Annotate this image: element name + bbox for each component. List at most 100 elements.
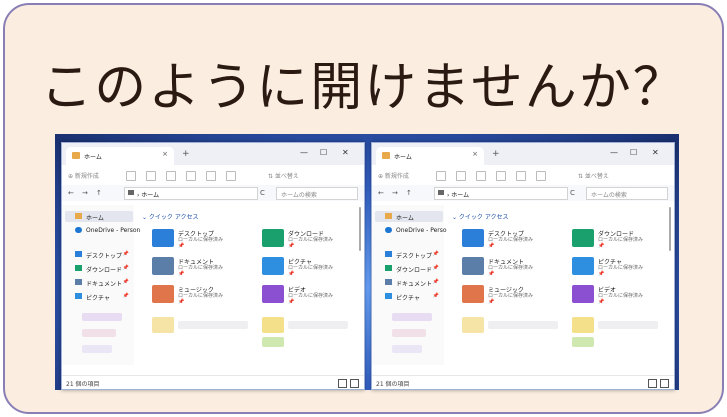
documents-icon (75, 279, 82, 285)
address-bar[interactable]: › ホーム (434, 187, 568, 200)
quick-item-pictures[interactable]: ピクチャ ローカルに保存済み 📌 (572, 255, 672, 281)
paste-icon[interactable] (166, 171, 176, 181)
sidebar-item-label: ホーム (396, 215, 414, 222)
scrollbar[interactable] (359, 207, 361, 251)
sidebar-item-pictures[interactable]: ピクチャ 📌 (65, 291, 133, 302)
rename-icon[interactable] (186, 171, 196, 181)
quick-access-header[interactable]: ⌄ クイック アクセス (452, 212, 509, 221)
scrollbar[interactable] (669, 207, 671, 251)
sidebar-item-label: OneDrive - Perso (396, 227, 447, 234)
sidebar-item-downloads[interactable]: ダウンロード 📌 (65, 263, 133, 274)
close-button[interactable]: ✕ (342, 148, 349, 157)
tab-close-button[interactable]: × (162, 150, 168, 158)
sidebar-item-home[interactable]: ホーム (375, 211, 443, 222)
sidebar-item-label: ダウンロード (396, 267, 433, 274)
address-bar[interactable]: › ホーム (124, 187, 258, 200)
quick-item-music[interactable]: ミュージック ローカルに保存済み 📌 (152, 283, 252, 309)
explorer-window-right[interactable]: ホーム × + — ☐ ✕ ⊕ 新規作成 ⇅ 並べ替え ← → ↑ › ホーム … (371, 142, 675, 390)
sidebar-item-pictures[interactable]: ピクチャ 📌 (375, 291, 443, 302)
quick-item-desktop[interactable]: デスクトップ ローカルに保存済み 📌 (462, 227, 562, 253)
quick-access-header[interactable]: ⌄ クイック アクセス (142, 212, 199, 221)
blurred-folder (262, 337, 284, 347)
title-bar: ホーム × + — ☐ ✕ (372, 143, 674, 165)
videos-icon (262, 285, 284, 303)
quick-item-pictures[interactable]: ピクチャ ローカルに保存済み 📌 (262, 255, 362, 281)
pin-icon: 📌 (432, 265, 439, 271)
up-button[interactable]: ↑ (96, 189, 102, 197)
tab-home[interactable]: ホーム × (376, 147, 484, 165)
sidebar-item-label: ドキュメント (86, 281, 123, 288)
share-icon[interactable] (516, 171, 526, 181)
quick-item-music[interactable]: ミュージック ローカルに保存済み 📌 (462, 283, 562, 309)
back-button[interactable]: ← (68, 189, 74, 197)
command-bar: ⊕ 新規作成 ⇅ 並べ替え (372, 165, 674, 186)
refresh-button[interactable]: C (570, 189, 575, 197)
refresh-button[interactable]: C (260, 189, 265, 197)
sort-button[interactable]: ⇅ 並べ替え (578, 171, 609, 180)
rename-icon[interactable] (496, 171, 506, 181)
pin-icon: 📌 (122, 265, 129, 271)
new-tab-button[interactable]: + (492, 149, 500, 159)
delete-icon[interactable] (536, 171, 546, 181)
quick-item-downloads[interactable]: ダウンロード ローカルに保存済み 📌 (572, 227, 672, 253)
tab-home[interactable]: ホーム × (66, 147, 174, 165)
paste-icon[interactable] (476, 171, 486, 181)
sidebar-item-onedrive[interactable]: OneDrive - Perso (375, 225, 447, 236)
sidebar-item-desktop[interactable]: デスクトップ 📌 (65, 249, 133, 260)
item-status: ローカルに保存済み (288, 293, 334, 299)
close-button[interactable]: ✕ (652, 148, 659, 157)
sidebar-item-downloads[interactable]: ダウンロード 📌 (375, 263, 443, 274)
up-button[interactable]: ↑ (406, 189, 412, 197)
new-button[interactable]: ⊕ 新規作成 (378, 171, 409, 180)
sidebar-item-onedrive[interactable]: OneDrive - Person (65, 225, 140, 236)
quick-item-downloads[interactable]: ダウンロード ローカルに保存済み 📌 (262, 227, 362, 253)
sidebar-item-documents[interactable]: ドキュメント 📌 (375, 277, 443, 288)
new-button[interactable]: ⊕ 新規作成 (68, 171, 99, 180)
new-tab-button[interactable]: + (182, 149, 190, 159)
copy-icon[interactable] (146, 171, 156, 181)
delete-icon[interactable] (226, 171, 236, 181)
forward-button[interactable]: → (392, 189, 398, 197)
sort-button[interactable]: ⇅ 並べ替え (268, 171, 299, 180)
tiles-view-icon[interactable] (350, 379, 359, 388)
details-view-icon[interactable] (338, 379, 347, 388)
download-icon (572, 229, 594, 247)
forward-button[interactable]: → (82, 189, 88, 197)
quick-item-documents[interactable]: ドキュメント ローカルに保存済み 📌 (462, 255, 562, 281)
maximize-button[interactable]: ☐ (320, 148, 327, 157)
home-icon (382, 152, 390, 159)
pin-icon: 📌 (488, 299, 495, 305)
navigation-pane: ホーム OneDrive - Person デスクトップ 📌 ダウンロード 📌 (62, 205, 140, 365)
quick-item-documents[interactable]: ドキュメント ローカルに保存済み 📌 (152, 255, 252, 281)
home-icon (72, 152, 80, 159)
status-bar: 21 個の項目 (62, 375, 364, 389)
quick-item-desktop[interactable]: デスクトップ ローカルに保存済み 📌 (152, 227, 252, 253)
cut-icon[interactable] (436, 171, 446, 181)
back-button[interactable]: ← (378, 189, 384, 197)
sidebar-item-desktop[interactable]: デスクトップ 📌 (375, 249, 443, 260)
tab-close-button[interactable]: × (472, 150, 478, 158)
share-icon[interactable] (206, 171, 216, 181)
cut-icon[interactable] (126, 171, 136, 181)
details-view-icon[interactable] (648, 379, 657, 388)
pin-icon: 📌 (488, 271, 495, 277)
minimize-button[interactable]: — (610, 148, 618, 157)
maximize-button[interactable]: ☐ (630, 148, 637, 157)
music-icon (152, 285, 174, 303)
search-input[interactable]: ホームの検索 (586, 187, 668, 200)
sidebar-item-documents[interactable]: ドキュメント 📌 (65, 277, 133, 288)
explorer-window-left[interactable]: ホーム × + — ☐ ✕ ⊕ 新規作成 ⇅ 並べ替え ← → ↑ › ホーム … (61, 142, 365, 390)
item-status: ローカルに保存済み (488, 237, 534, 243)
blurred-folder (262, 317, 284, 333)
sidebar-item-home[interactable]: ホーム (65, 211, 133, 222)
blurred-item (178, 321, 248, 329)
quick-item-videos[interactable]: ビデオ ローカルに保存済み 📌 (572, 283, 672, 309)
item-status: ローカルに保存済み (488, 265, 534, 271)
tiles-view-icon[interactable] (660, 379, 669, 388)
search-input[interactable]: ホームの検索 (276, 187, 358, 200)
sidebar-item-label: ドキュメント (396, 281, 433, 288)
minimize-button[interactable]: — (300, 148, 308, 157)
desktop-icon (462, 229, 484, 247)
copy-icon[interactable] (456, 171, 466, 181)
quick-item-videos[interactable]: ビデオ ローカルに保存済み 📌 (262, 283, 362, 309)
